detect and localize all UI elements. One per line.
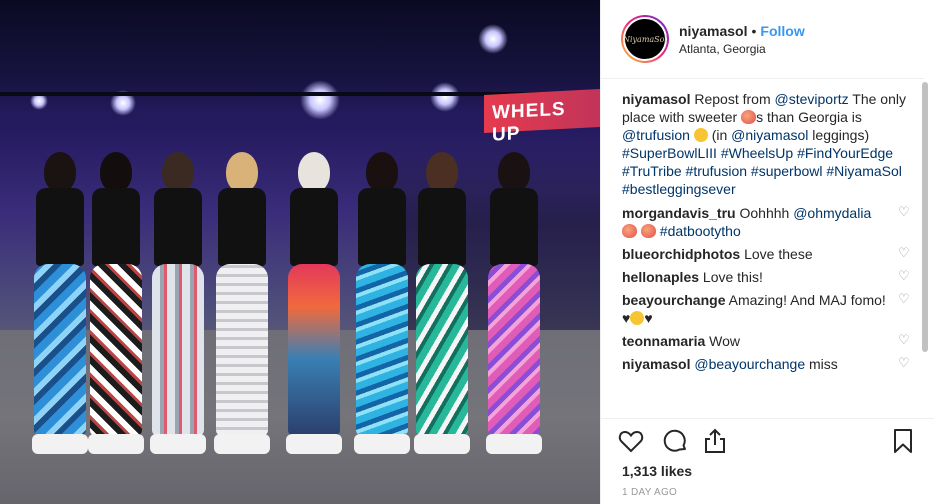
location-link[interactable]: Atlanta, Georgia bbox=[679, 42, 805, 56]
stage-light bbox=[300, 80, 340, 120]
person bbox=[84, 140, 148, 470]
stage-light bbox=[430, 82, 460, 112]
peach-emoji-icon bbox=[640, 224, 656, 238]
person bbox=[282, 140, 346, 470]
caption-text: s than Georgia is bbox=[756, 109, 862, 125]
comments-list[interactable]: niyamasol Repost from @steviportz The on… bbox=[622, 90, 912, 412]
comment-username[interactable]: morgandavis_tru bbox=[622, 205, 736, 221]
heart-eyes-emoji-icon bbox=[630, 311, 645, 325]
avatar-logo-text: NiyamaSol bbox=[622, 34, 668, 44]
comment: teonnamaria Wow ♡ bbox=[622, 332, 912, 350]
post-photo[interactable]: WHELS UP bbox=[0, 0, 600, 504]
comment-text: Love this! bbox=[699, 269, 763, 285]
comment-text: ♥ bbox=[644, 310, 653, 326]
mention-link[interactable]: @ohmydalia bbox=[793, 205, 871, 221]
comment: morgandavis_tru Oohhhh @ohmydalia #datbo… bbox=[622, 204, 912, 240]
instagram-post: WHELS UP NiyamaSol niyamasol • Follow At… bbox=[0, 0, 934, 504]
comment-icon[interactable] bbox=[661, 427, 689, 455]
person bbox=[146, 140, 210, 470]
comment-username[interactable]: teonnamaria bbox=[622, 333, 705, 349]
header-row: niyamasol • Follow bbox=[679, 23, 805, 39]
caption-username[interactable]: niyamasol bbox=[622, 91, 690, 107]
wheels-up-sign: WHELS UP bbox=[484, 88, 600, 146]
comment: hellonaples Love this! ♡ bbox=[622, 268, 912, 286]
comment-text: Oohhhh bbox=[735, 205, 794, 221]
comment-like-heart-icon[interactable]: ♡ bbox=[898, 246, 912, 260]
comment-like-heart-icon[interactable]: ♡ bbox=[898, 333, 912, 347]
person bbox=[210, 140, 274, 470]
likes-count[interactable]: 1,313 likes bbox=[622, 463, 692, 479]
comment-username[interactable]: blueorchidphotos bbox=[622, 246, 740, 262]
stage-light bbox=[478, 24, 508, 54]
comment-like-heart-icon[interactable]: ♡ bbox=[898, 205, 912, 219]
avatar[interactable]: NiyamaSol bbox=[623, 17, 667, 61]
mention-link[interactable]: @steviportz bbox=[775, 91, 849, 107]
avatar-story-ring[interactable]: NiyamaSol bbox=[621, 15, 669, 63]
comment-username[interactable]: niyamasol bbox=[622, 356, 690, 372]
person bbox=[410, 140, 474, 470]
caption-text: (in bbox=[707, 127, 732, 143]
caption-text: Repost from bbox=[690, 91, 775, 107]
mention-link[interactable]: @niyamasol bbox=[731, 127, 808, 143]
comment: blueorchidphotos Love these ♡ bbox=[622, 245, 912, 263]
follow-button[interactable]: Follow bbox=[760, 23, 804, 39]
bookmark-icon[interactable] bbox=[889, 427, 917, 455]
post-actions: 1,313 likes 1 DAY AGO bbox=[601, 418, 934, 504]
hashtags[interactable]: #SuperBowlLIII #WheelsUp #FindYourEdge #… bbox=[622, 145, 902, 197]
peach-emoji-icon bbox=[622, 224, 637, 238]
post-sidebar: NiyamaSol niyamasol • Follow Atlanta, Ge… bbox=[600, 0, 934, 504]
peach-emoji-icon bbox=[741, 110, 757, 124]
comment-text: miss bbox=[805, 356, 838, 372]
comment-username[interactable]: hellonaples bbox=[622, 269, 699, 285]
comment-text: Love these bbox=[740, 246, 813, 262]
comment-like-heart-icon[interactable]: ♡ bbox=[898, 292, 912, 306]
comment: beayourchange Amazing! And MAJ fomo! ♥ ♥ … bbox=[622, 291, 912, 327]
person bbox=[28, 140, 92, 470]
comment-username[interactable]: beayourchange bbox=[622, 292, 725, 308]
mention-link[interactable]: @trufusion bbox=[622, 127, 690, 143]
share-icon[interactable] bbox=[701, 427, 729, 455]
comment-text: Wow bbox=[705, 333, 740, 349]
person bbox=[482, 140, 546, 470]
comments-scrollbar[interactable] bbox=[922, 82, 928, 412]
scrollbar-thumb[interactable] bbox=[922, 82, 928, 352]
hashtag-link[interactable]: #datbootytho bbox=[660, 223, 741, 239]
comment-like-heart-icon[interactable]: ♡ bbox=[898, 356, 912, 370]
username-link[interactable]: niyamasol bbox=[679, 23, 747, 39]
mention-link[interactable]: @beayourchange bbox=[694, 356, 805, 372]
person bbox=[350, 140, 414, 470]
action-bar bbox=[617, 427, 919, 455]
caption-text: leggings) bbox=[808, 127, 870, 143]
heart-icon[interactable] bbox=[617, 427, 645, 455]
header-text: niyamasol • Follow Atlanta, Georgia bbox=[679, 23, 805, 56]
comment-like-heart-icon[interactable]: ♡ bbox=[898, 269, 912, 283]
smile-emoji-icon bbox=[693, 128, 708, 142]
post-caption: niyamasol Repost from @steviportz The on… bbox=[622, 90, 912, 198]
post-header: NiyamaSol niyamasol • Follow Atlanta, Ge… bbox=[601, 0, 924, 79]
comment: niyamasol @beayourchange miss ♡ bbox=[622, 355, 912, 373]
post-timestamp[interactable]: 1 DAY AGO bbox=[622, 487, 677, 498]
separator-dot: • bbox=[751, 22, 757, 39]
